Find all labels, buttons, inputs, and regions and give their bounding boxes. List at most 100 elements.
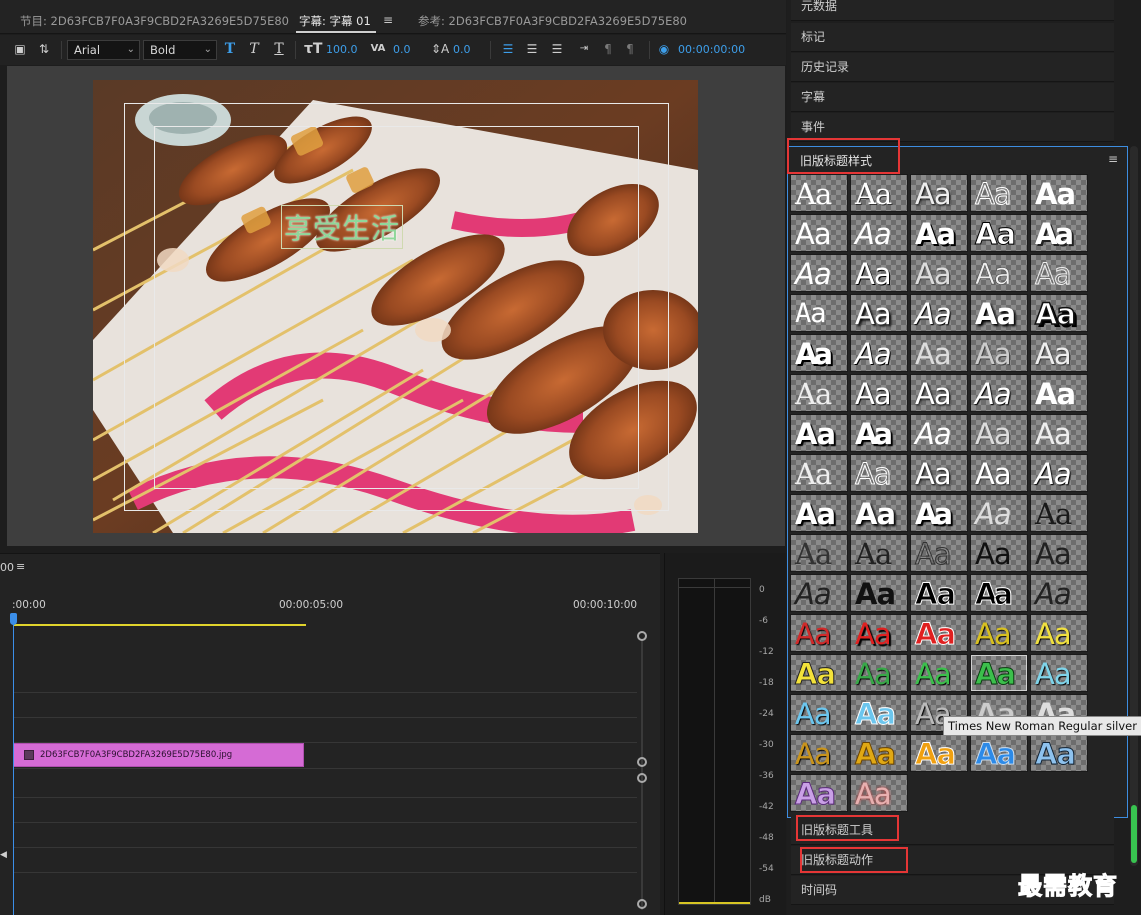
style-swatch[interactable]: Aa xyxy=(1030,174,1088,212)
style-swatch[interactable]: Aa xyxy=(910,534,968,572)
style-swatch[interactable]: Aa xyxy=(1030,574,1088,612)
style-swatch[interactable]: Aa xyxy=(850,574,908,612)
style-swatch[interactable]: Aa xyxy=(790,454,848,492)
style-swatch[interactable]: Aa xyxy=(1030,414,1088,452)
scroll-handle[interactable] xyxy=(637,899,647,909)
style-swatch[interactable]: Aa xyxy=(1030,294,1088,332)
style-swatch[interactable]: Aa xyxy=(910,654,968,692)
style-swatch[interactable]: Aa xyxy=(850,334,908,372)
style-swatch[interactable]: Aa xyxy=(970,334,1028,372)
style-swatch[interactable]: Aa xyxy=(970,174,1028,212)
timeline-clip[interactable]: 2D63FCB7F0A3F9CBD2FA3269E5D75E80.jpg xyxy=(13,743,304,767)
style-swatch[interactable]: Aa xyxy=(790,734,848,772)
style-swatch[interactable]: Aa xyxy=(790,254,848,292)
style-swatch[interactable]: Aa xyxy=(910,334,968,372)
style-swatch[interactable]: Aa xyxy=(970,214,1028,252)
font-family-dropdown[interactable]: Arial ⌄ xyxy=(67,40,140,60)
style-swatch[interactable]: Aa xyxy=(1030,374,1088,412)
align-left-icon[interactable]: ☰ xyxy=(500,41,516,57)
style-swatch[interactable]: Aa xyxy=(850,734,908,772)
style-swatch[interactable]: Aa xyxy=(970,734,1028,772)
style-swatch[interactable]: Aa xyxy=(1030,614,1088,652)
timeline-timecode[interactable]: 00 xyxy=(0,561,14,574)
panel-scrollbar[interactable] xyxy=(1130,146,1138,866)
timecode-eye-icon[interactable]: ◉ xyxy=(656,41,672,57)
roll-crawl-icon[interactable]: ▣ xyxy=(12,41,28,57)
style-swatch[interactable]: Aa xyxy=(1030,654,1088,692)
tab-program[interactable]: 节目: 2D63FCB7F0A3F9CBD2FA3269E5D75E80 xyxy=(20,13,289,29)
style-swatch[interactable]: Aa xyxy=(970,534,1028,572)
style-swatch[interactable]: Aa xyxy=(790,654,848,692)
style-swatch[interactable]: Aa xyxy=(850,294,908,332)
style-swatch[interactable]: Aa xyxy=(910,174,968,212)
style-swatch[interactable]: Aa xyxy=(910,414,968,452)
style-swatch[interactable]: Aa xyxy=(910,574,968,612)
style-swatch[interactable]: Aa xyxy=(850,174,908,212)
style-swatch[interactable]: Aa xyxy=(790,614,848,652)
tab-menu-icon[interactable]: ≡ xyxy=(383,13,393,27)
panel-row-metadata[interactable]: 元数据 xyxy=(791,0,1114,21)
style-swatch[interactable]: Aa xyxy=(790,534,848,572)
style-swatch[interactable]: Aa xyxy=(850,654,908,692)
style-swatch[interactable]: Aa xyxy=(910,254,968,292)
style-swatch[interactable]: Aa xyxy=(970,374,1028,412)
panel-row-captions[interactable]: 字幕 xyxy=(791,83,1114,112)
style-swatch[interactable]: Aa xyxy=(910,294,968,332)
kerning-value[interactable]: 0.0 xyxy=(393,43,411,56)
work-area-bar[interactable] xyxy=(13,624,306,626)
style-swatch[interactable]: Aa xyxy=(1030,494,1088,532)
style-swatch[interactable]: Aa xyxy=(790,294,848,332)
style-swatch[interactable]: Aa xyxy=(1030,214,1088,252)
style-swatch[interactable]: Aa xyxy=(970,254,1028,292)
style-swatch[interactable]: Aa xyxy=(910,374,968,412)
style-swatch[interactable]: Aa xyxy=(970,454,1028,492)
style-swatch[interactable]: Aa xyxy=(970,614,1028,652)
leading-value[interactable]: 0.0 xyxy=(453,43,471,56)
style-swatch[interactable]: Aa xyxy=(850,414,908,452)
style-swatch[interactable]: Aa xyxy=(790,214,848,252)
style-swatch[interactable]: Aa xyxy=(790,694,848,732)
tab-caption[interactable]: 字幕: 字幕 01 xyxy=(299,13,371,29)
style-swatch[interactable]: Aa xyxy=(850,254,908,292)
style-swatch[interactable]: Aa xyxy=(790,494,848,532)
style-swatch[interactable]: Aa xyxy=(1030,254,1088,292)
style-swatch[interactable]: Aa xyxy=(790,374,848,412)
caption-text-object[interactable]: 享受生活 xyxy=(280,205,404,249)
caret-left-icon[interactable]: ◀ xyxy=(0,850,7,860)
style-swatch[interactable]: Aa xyxy=(850,774,908,812)
italic-icon[interactable]: T xyxy=(246,41,262,57)
style-swatch[interactable]: Aa xyxy=(850,614,908,652)
style-swatch[interactable]: Aa xyxy=(910,494,968,532)
style-swatch[interactable]: Aa xyxy=(790,414,848,452)
style-swatch[interactable]: Aa xyxy=(970,294,1028,332)
align-center-icon[interactable]: ☰ xyxy=(524,41,540,57)
style-swatch[interactable]: Aa xyxy=(850,494,908,532)
tab-reference[interactable]: 参考: 2D63FCB7F0A3F9CBD2FA3269E5D75E80 xyxy=(418,13,687,29)
style-swatch[interactable]: Aa xyxy=(850,694,908,732)
underline-icon[interactable]: T xyxy=(271,41,287,57)
style-swatch[interactable]: Aa xyxy=(790,174,848,212)
style-swatch[interactable]: Aa xyxy=(790,334,848,372)
panel-row-history[interactable]: 历史记录 xyxy=(791,53,1114,82)
scroll-handle[interactable] xyxy=(637,631,647,641)
tab-stops-icon[interactable]: ⇅ xyxy=(36,41,52,57)
style-swatch[interactable]: Aa xyxy=(1030,454,1088,492)
align-right-icon[interactable]: ☰ xyxy=(549,41,565,57)
style-swatch[interactable]: Aa xyxy=(1030,534,1088,572)
font-style-dropdown[interactable]: Bold ⌄ xyxy=(143,40,217,60)
style-swatch[interactable]: Aa xyxy=(1030,334,1088,372)
panel-scroll-thumb[interactable] xyxy=(1131,805,1137,863)
paragraph-ltr-icon[interactable]: ¶ xyxy=(622,41,638,57)
panel-menu-icon[interactable]: ≡ xyxy=(1108,152,1118,166)
tab-stop-icon[interactable]: ⇥ xyxy=(576,41,592,57)
style-swatch[interactable]: Aa xyxy=(970,414,1028,452)
style-swatch[interactable]: Aa xyxy=(790,774,848,812)
scroll-handle[interactable] xyxy=(637,773,647,783)
timecode-value[interactable]: 00:00:00:00 xyxy=(678,43,745,56)
style-swatch[interactable]: Aa xyxy=(850,454,908,492)
bold-icon[interactable]: T xyxy=(222,41,238,57)
scroll-handle[interactable] xyxy=(637,757,647,767)
style-swatch[interactable]: Aa xyxy=(850,534,908,572)
style-swatch[interactable]: Aa xyxy=(970,494,1028,532)
timeline-menu-icon[interactable]: ≡ xyxy=(16,560,25,573)
